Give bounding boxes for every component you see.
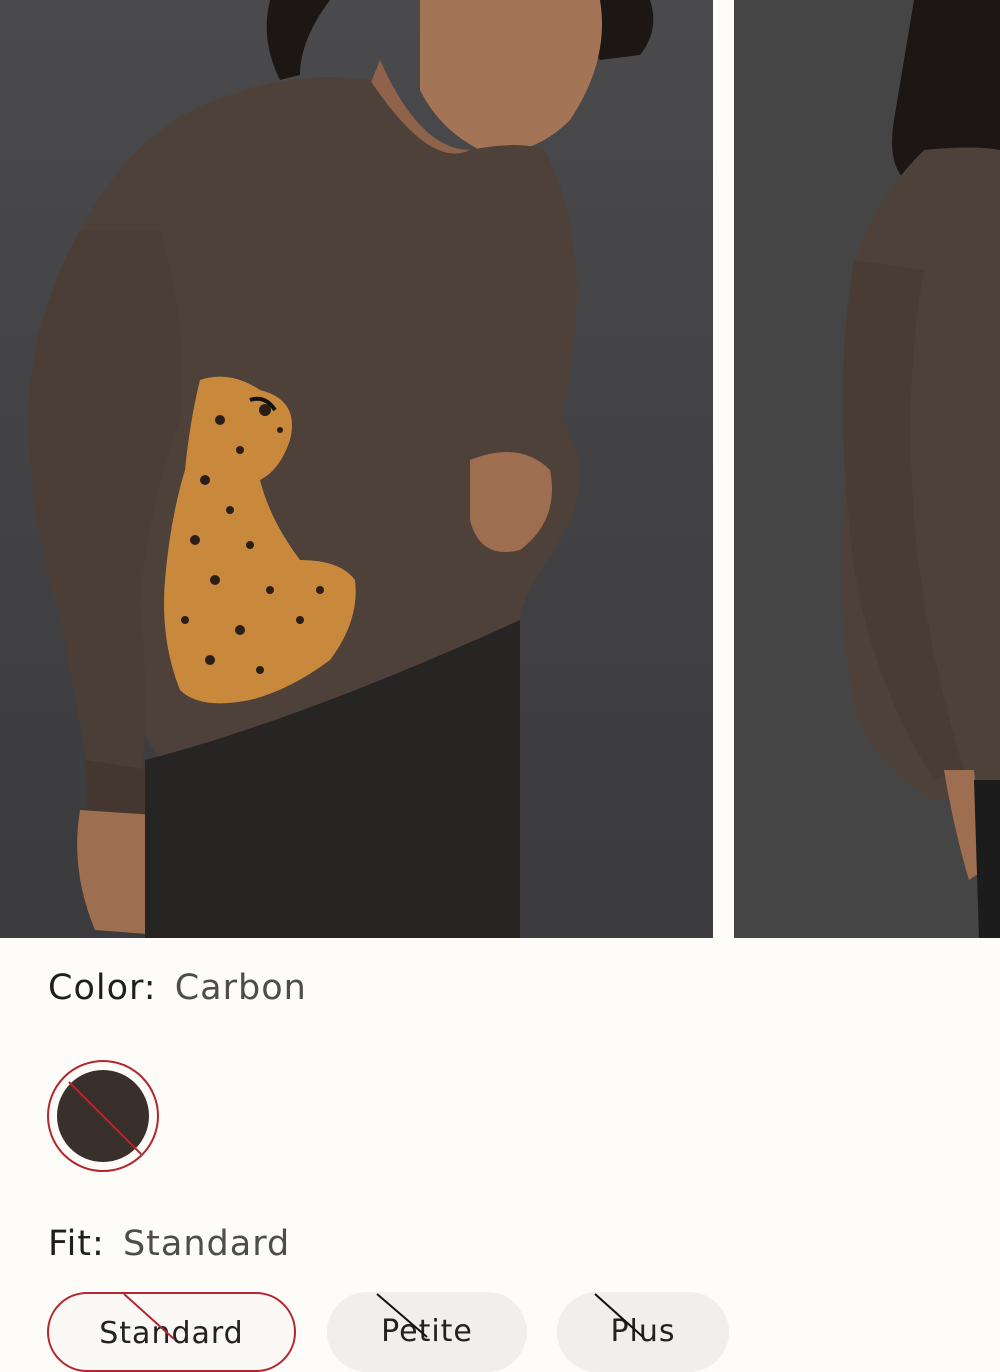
unavailable-strike-icon bbox=[376, 1293, 428, 1338]
unavailable-strike-icon bbox=[68, 1081, 142, 1155]
color-label-key: Color: bbox=[48, 968, 157, 1008]
unavailable-strike-icon bbox=[594, 1293, 644, 1338]
fit-option-petite[interactable]: Petite bbox=[327, 1292, 527, 1372]
color-selected-value: Carbon bbox=[174, 968, 307, 1008]
color-swatch-carbon[interactable] bbox=[47, 1060, 159, 1172]
product-image-front[interactable] bbox=[0, 0, 713, 938]
fit-label: Fit: Standard bbox=[48, 1224, 290, 1264]
product-photo-back-illustration bbox=[734, 0, 1000, 938]
product-image-back[interactable] bbox=[734, 0, 1000, 938]
product-photo-front-illustration bbox=[0, 0, 713, 938]
fit-selected-value: Standard bbox=[122, 1224, 291, 1264]
color-label: Color: Carbon bbox=[48, 968, 307, 1008]
unavailable-strike-icon bbox=[123, 1294, 175, 1340]
fit-option-standard[interactable]: Standard bbox=[47, 1292, 296, 1372]
fit-option-plus[interactable]: Plus bbox=[557, 1292, 729, 1372]
product-image-gallery[interactable] bbox=[0, 0, 1000, 938]
fit-label-key: Fit: bbox=[48, 1224, 105, 1264]
